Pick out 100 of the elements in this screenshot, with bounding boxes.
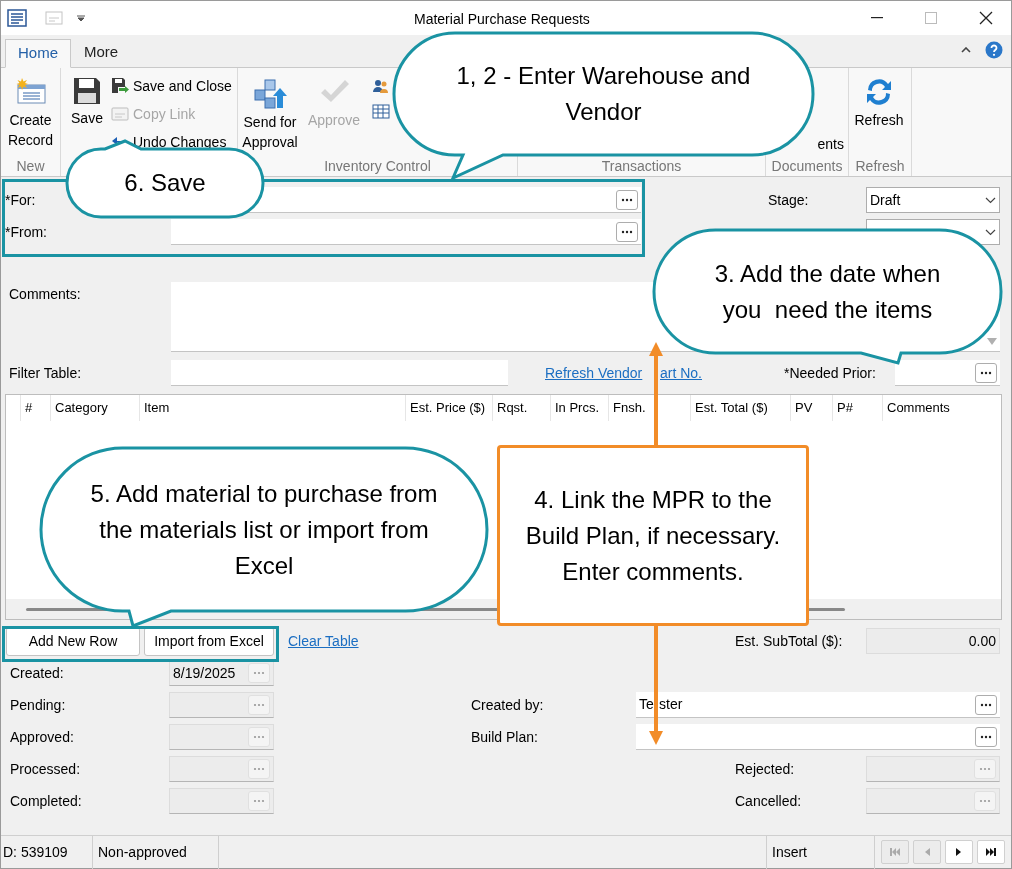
dropdown-icon[interactable] [77,14,85,22]
input-field[interactable]: Te ster [636,692,1000,718]
column-header[interactable]: Est. Price ($) [405,395,492,421]
field-label: Est. SubTotal ($): [735,631,844,651]
column-header[interactable]: # [20,395,50,421]
column-header[interactable]: P# [832,395,882,421]
more-icon [979,799,991,803]
column-header[interactable]: Comments [882,395,1001,421]
minimize-icon[interactable] [871,17,883,19]
app-icon [7,9,27,27]
browse-button[interactable] [975,694,997,715]
more-icon [980,370,992,375]
close-icon[interactable] [979,11,993,25]
help-icon[interactable] [985,41,1003,59]
more-icon [979,767,991,771]
approval-status: Non-approved [93,835,219,869]
grid-icon[interactable] [372,102,390,120]
subtotal-field: 0.00 [866,628,1000,654]
field-label: Filter Table: [9,363,83,383]
input-field[interactable] [169,692,274,718]
browse-button[interactable] [616,221,638,242]
ribbon-button[interactable]: Create Record [2,68,59,156]
group-label: Transactions [600,157,683,176]
ribbon-button[interactable]: Send for Approval [238,68,302,156]
input-field[interactable] [169,756,274,782]
field-label: Approved: [10,727,75,747]
ribbon-button[interactable]: Save and Close [109,72,232,100]
more-icon [253,735,265,739]
chevron-down-icon [985,196,996,204]
field-label: Rejected: [735,759,796,779]
record-id: D: 539109 [1,835,93,869]
last-button[interactable] [977,840,1005,864]
tab[interactable]: Home [5,39,71,68]
chevron-down-icon [985,228,996,236]
maximize-icon[interactable] [925,12,937,24]
field-label: Created by: [471,695,545,715]
callout-text: 6. Save [123,168,207,198]
field-label: Created: [10,663,65,683]
input-field[interactable] [895,360,1000,386]
field-label: Pending: [10,695,67,715]
callout-text: 5. Add material to purchase from the materials list or import from Excel [89,478,439,581]
group-label: Documents [770,157,844,176]
field-label: Stage: [768,190,810,210]
first-button[interactable] [881,840,909,864]
column-header[interactable]: Category [50,395,139,421]
edit-mode: Insert [767,835,875,869]
scroll-down-icon[interactable] [987,338,997,345]
field-label: *Needed Prior: [784,363,877,383]
field-label: Processed: [10,759,82,779]
filter-field[interactable] [171,360,508,386]
input-field[interactable] [866,756,1000,782]
field-label: *From: [5,222,48,242]
browse-button[interactable] [975,726,997,747]
more-icon [253,671,265,675]
clear-table-link[interactable]: Clear Table [288,630,359,652]
dropdown[interactable]: Draft [866,187,1000,213]
callout-text: 4. Link the MPR to the Build Plan, if necessary. Enter comments. [524,484,782,587]
people-icon[interactable] [372,78,390,96]
field-label: *For: [5,190,37,210]
more-icon [253,767,265,771]
column-header[interactable]: In Prcs. [550,395,608,421]
callout-text: 3. Add the date when you need the items [713,258,942,325]
field-label: Comments: [9,285,82,304]
save-and-close-icon [111,77,129,95]
column-header[interactable]: PV [790,395,832,421]
input-field[interactable] [169,788,274,814]
input-field[interactable] [636,724,1000,750]
window-title: Material Purchase Requests [414,10,590,29]
ribbon-button-label[interactable]: ents [817,134,844,154]
refresh-vendor-link[interactable]: Refresh Vendor [545,362,643,384]
input-field[interactable]: 8/19/2025 [169,660,274,686]
tab[interactable]: More [71,38,132,67]
more-icon [621,229,633,234]
text-field-icon[interactable] [45,11,63,25]
column-header[interactable]: Item [139,395,405,421]
input-field[interactable] [171,219,641,245]
last-icon [986,848,996,856]
group-label: Inventory Control [323,157,432,176]
group-label: Refresh [854,157,906,176]
field-label: Cancelled: [735,791,803,811]
browse-button[interactable] [616,189,638,210]
send-icon [253,76,287,110]
group-label: New [15,157,46,176]
input-field[interactable] [169,724,274,750]
callout-text: 1, 2 - Enter Warehouse and Vendor [455,61,752,127]
column-header[interactable]: Est. Total ($) [690,395,790,421]
collapse-icon[interactable] [961,47,971,53]
browse-button[interactable] [975,362,997,383]
first-icon [890,848,900,856]
more-icon [621,197,633,202]
next-button[interactable] [945,840,973,864]
column-header[interactable]: Fnsh. [608,395,690,421]
more-icon [980,702,992,707]
input-field[interactable] [866,788,1000,814]
more-icon [980,734,992,739]
more-icon [253,799,265,803]
column-header[interactable]: Rqst. [492,395,550,421]
refresh-vendor-link[interactable]: art No. [660,362,702,384]
ribbon-button[interactable]: Refresh [849,68,909,156]
field-label: Completed: [10,791,83,811]
